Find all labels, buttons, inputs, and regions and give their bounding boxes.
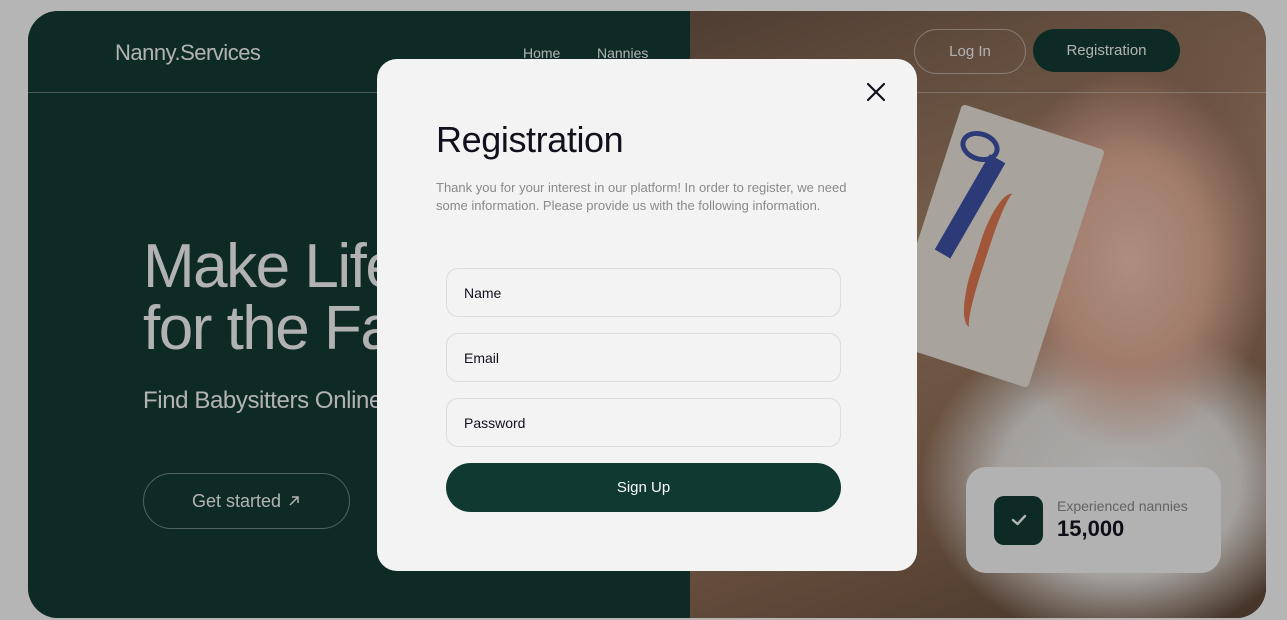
password-field[interactable]: [446, 398, 841, 447]
sign-up-button[interactable]: Sign Up: [446, 463, 841, 512]
page: Nanny.Services Home Nannies Log In Regis…: [0, 0, 1287, 620]
name-field[interactable]: [446, 268, 841, 317]
close-icon[interactable]: [864, 80, 888, 104]
email-field[interactable]: [446, 333, 841, 382]
modal-description: Thank you for your interest in our platf…: [436, 180, 847, 213]
modal-title: Registration: [436, 119, 624, 160]
registration-modal: Registration Thank you for your interest…: [377, 59, 917, 571]
